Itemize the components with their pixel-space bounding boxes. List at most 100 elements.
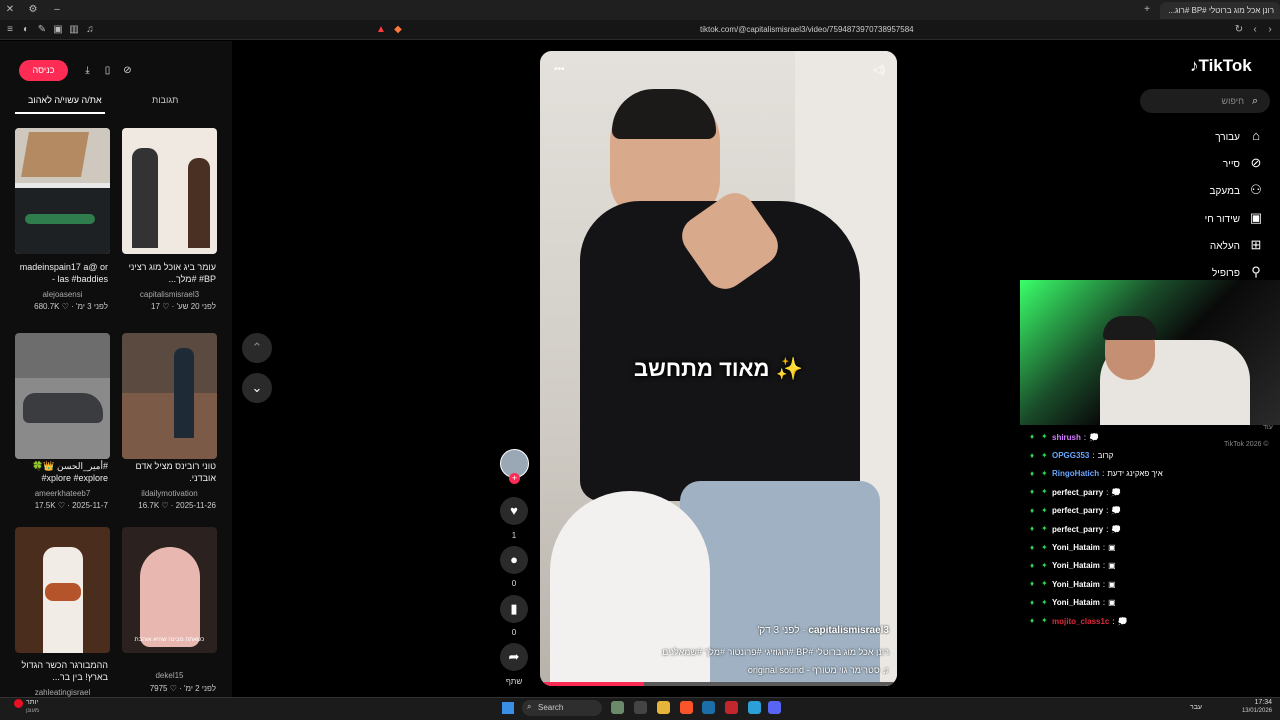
sub-badge-icon: ✦ [1041, 560, 1048, 570]
card-author[interactable]: zahleatingisrael [15, 688, 110, 697]
like-button[interactable]: ♥ [500, 497, 528, 525]
chat-username[interactable]: Yoni_Hataim [1052, 598, 1100, 607]
nav-explore[interactable]: ⊘ סייר [1144, 155, 1264, 171]
card-author[interactable]: dekel15 [122, 671, 217, 680]
address-bar[interactable]: tiktok.com/@capitalismisrael3/video/7594… [700, 25, 914, 34]
music-icon[interactable]: ♫ [84, 24, 96, 36]
tiktok-logo[interactable]: ♪TikTok [1190, 56, 1252, 76]
menu-icon[interactable]: ≡ [4, 24, 16, 36]
card-caption[interactable]: madeinspain17 a@ or las #baddies - [8, 261, 108, 285]
app2-icon[interactable] [748, 701, 761, 714]
nav-live[interactable]: ▣ שידור חי [1144, 210, 1264, 226]
home-icon: ⌂ [1252, 128, 1260, 143]
chat-text: 💭 [1089, 432, 1100, 442]
moderator-badge-icon: ♦ [1030, 616, 1035, 626]
chat-username[interactable]: OPGG353 [1052, 451, 1089, 460]
nav-following[interactable]: ⚇ במעקב [1144, 182, 1264, 198]
video-author[interactable]: capitalismisrael3 [808, 625, 889, 636]
sub-badge-icon: ✦ [1041, 579, 1048, 589]
language-indicator[interactable]: עבר [1190, 704, 1202, 711]
comment-button[interactable]: ● [500, 546, 528, 574]
steam-icon[interactable] [702, 701, 715, 714]
video-card[interactable] [122, 128, 217, 254]
settings-icon[interactable]: ⚙ [27, 4, 39, 16]
chat-message: ♦ ✦ RingoHatich: איך פאקינג ידעת [1030, 465, 1270, 483]
panel-icon[interactable]: ▣ [52, 24, 64, 36]
download-icon[interactable]: ⤓ [80, 63, 95, 78]
phone-icon[interactable]: ▯ [100, 63, 115, 78]
task-view-icon[interactable] [634, 701, 647, 714]
chat-username[interactable]: perfect_parry [1052, 488, 1103, 497]
login-button[interactable]: כניסה [19, 60, 68, 81]
chat-username[interactable]: Yoni_Hataim [1052, 543, 1100, 552]
tools-icon[interactable]: ✎ [36, 24, 48, 36]
chat-username[interactable]: Yoni_Hataim [1052, 580, 1100, 589]
widget-icon[interactable] [611, 701, 624, 714]
search-icon[interactable]: ⌕ [1252, 95, 1258, 108]
shield-icon[interactable]: ◐ [20, 24, 32, 36]
chat-username[interactable]: shirush [1052, 433, 1081, 442]
close-window-icon[interactable]: ✕ [4, 4, 16, 16]
app-icon[interactable] [725, 701, 738, 714]
card-author[interactable]: ildailymotivation [122, 489, 217, 498]
video-sound[interactable]: ♫ סטרימר גוי מטורף - original sound [559, 665, 889, 675]
forward-icon[interactable]: › [1264, 24, 1276, 36]
brave-shield-icon[interactable]: ◆ [392, 24, 404, 36]
nav-for-you[interactable]: ⌂ עבורך [1144, 128, 1264, 143]
windows-start-icon[interactable] [502, 702, 514, 714]
search-input[interactable]: חיפוש [1140, 89, 1270, 113]
browser-tab[interactable]: רונן אכל מוג ברוטלי #BP #רוג... [1160, 2, 1280, 19]
brave-icon[interactable] [680, 701, 693, 714]
chat-username[interactable]: RingoHatich [1052, 469, 1099, 478]
chat-username[interactable]: mojito_class1c [1052, 617, 1109, 626]
chat-username[interactable]: perfect_parry [1052, 525, 1103, 534]
discord-icon[interactable] [768, 701, 781, 714]
nav-upload[interactable]: ⊞ העלאה [1144, 237, 1264, 253]
back-icon[interactable]: ‹ [1249, 24, 1261, 36]
card-author[interactable]: ameerkhateeb7 [15, 489, 110, 498]
share-button[interactable]: ➦ [500, 643, 528, 671]
follow-plus-icon[interactable]: + [509, 473, 520, 484]
card-author[interactable]: alejoasensi [15, 290, 110, 299]
weather-text[interactable]: יותר [26, 699, 38, 706]
alert-icon[interactable]: ▲ [375, 24, 387, 36]
minimize-icon[interactable]: – [51, 4, 63, 16]
clock-time[interactable]: 17:34 [1238, 699, 1272, 706]
card-caption[interactable]: ההמבורגר הכשר הגדול בארץ! בין בר... [8, 659, 108, 683]
save-button[interactable]: ▮ [500, 595, 528, 623]
moderator-badge-icon: ♦ [1030, 524, 1035, 534]
video-card[interactable] [15, 128, 110, 254]
video-card[interactable]: כשאתה מבינה שהיא אוהבת [122, 527, 217, 653]
nav-label: שידור חי [1204, 214, 1240, 225]
video-card[interactable] [122, 333, 217, 459]
tab-comments[interactable]: תגובות [152, 95, 178, 105]
chat-text: 💭 [1111, 506, 1122, 516]
more-icon[interactable]: ••• [554, 64, 565, 75]
card-caption[interactable]: עומר ביג אוכל מוג רציני BP# #מלך... [116, 261, 216, 285]
previous-video-button[interactable]: ⌃ [242, 333, 272, 363]
taskbar-search[interactable]: Search [522, 700, 602, 716]
reload-icon[interactable]: ↻ [1233, 24, 1245, 36]
video-card[interactable] [15, 333, 110, 459]
share-label: שתף [505, 677, 523, 686]
video-card[interactable] [15, 527, 110, 653]
new-tab-icon[interactable]: + [1141, 4, 1153, 16]
chat-separator: : [1106, 506, 1109, 516]
card-author[interactable]: capitalismisrael3 [122, 290, 217, 299]
sidebar-icon[interactable]: ▥ [68, 24, 80, 36]
volume-icon[interactable]: ◁) [873, 63, 885, 76]
chat-separator: : [1102, 598, 1106, 608]
video-player[interactable]: ✨ מאוד מתחשב ••• ◁) capitalismisrael3 · … [540, 51, 897, 686]
compass-small-icon[interactable]: ⊘ [120, 63, 135, 78]
chat-username[interactable]: Yoni_Hataim [1052, 561, 1100, 570]
next-video-button[interactable]: ⌄ [242, 373, 272, 403]
card-caption[interactable]: #أمير_الحسن 👑🍀 xplore #explore# [8, 460, 108, 484]
card-caption[interactable]: טוני רובינס מציל אדם אובדני. [116, 460, 217, 484]
chat-username[interactable]: perfect_parry [1052, 506, 1103, 515]
chat-text: ▣ [1108, 579, 1116, 589]
tab-you-may-like[interactable]: את/ה עשוי/ה לאהוב [28, 95, 102, 105]
file-explorer-icon[interactable] [657, 701, 670, 714]
heart-icon: ♡ [162, 302, 170, 311]
chat-separator: : [1112, 616, 1115, 626]
nav-profile[interactable]: ⚲ פרופיל [1144, 264, 1264, 280]
